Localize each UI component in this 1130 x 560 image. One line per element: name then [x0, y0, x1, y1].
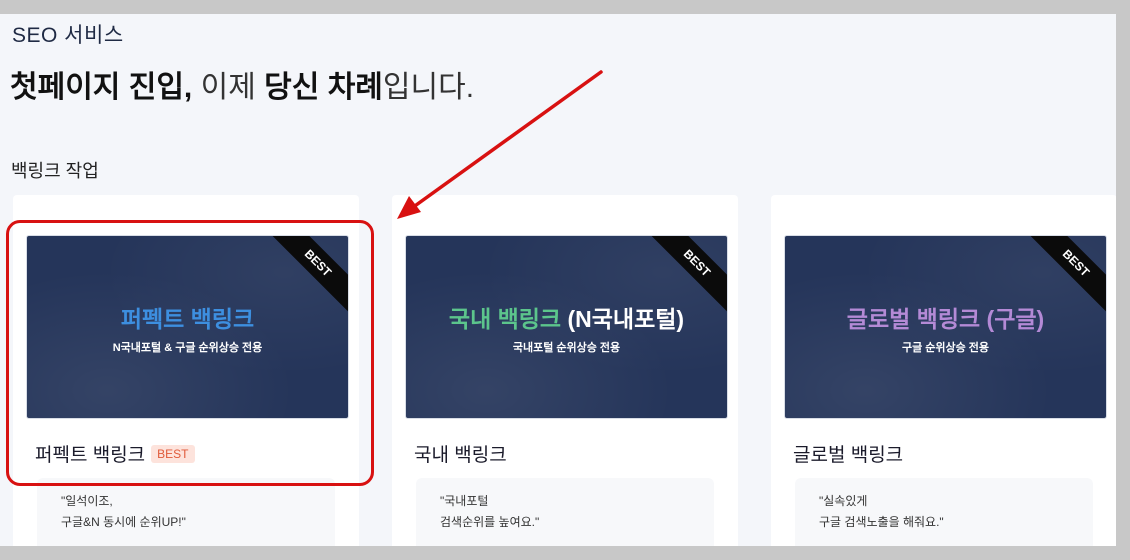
annotation-arrow-icon: [397, 70, 603, 219]
